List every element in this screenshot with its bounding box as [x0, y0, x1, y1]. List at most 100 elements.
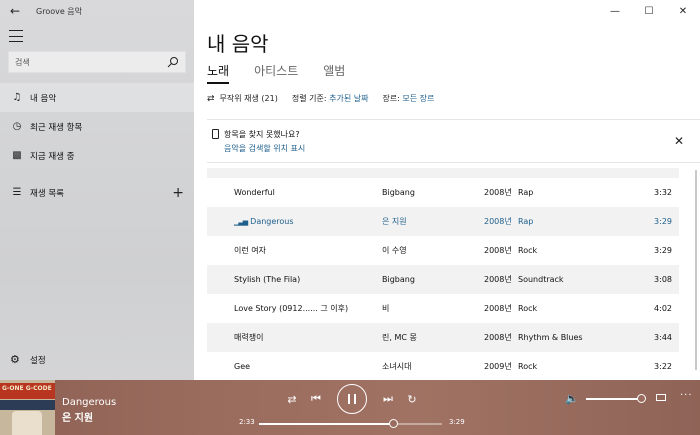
sort-label: 정렬 기준: [291, 94, 327, 103]
shuffle-icon[interactable]: ⇄ [280, 384, 304, 414]
current-time: 2:33 [239, 418, 255, 426]
progress-slider[interactable] [259, 419, 442, 428]
next-track-icon[interactable]: ⏭ [376, 384, 400, 414]
tab-songs[interactable]: 노래 [207, 62, 230, 84]
table-row[interactable]: Gee 소녀시대 2009년 Rock 3:22 [207, 352, 679, 381]
progress-fill [259, 423, 393, 425]
gear-icon: ⚙ [10, 353, 20, 366]
song-toolbar: ⇄ 무작위 재생 (21) 정렬 기준: 추가된 날짜 장르: 모든 장르 [207, 93, 434, 104]
sidebar-item-playlists[interactable]: ☰ 재생 목록 + [0, 178, 194, 207]
hamburger-menu-icon[interactable] [9, 30, 23, 42]
tab-albums[interactable]: 앨범 [323, 62, 345, 84]
tab-artists[interactable]: 아티스트 [254, 62, 298, 84]
close-window-icon[interactable]: ✕ [666, 0, 700, 22]
song-artist[interactable]: Bigbang [382, 188, 415, 197]
sidebar-item-label: 내 음악 [30, 93, 57, 104]
table-row[interactable]: 이런 여자 이 수영 2008년 Rock 3:29 [207, 236, 679, 265]
song-title-cell: ▁▃▅ Dangerous [234, 217, 294, 226]
volume-fill [586, 398, 641, 400]
volume-knob[interactable] [637, 394, 646, 403]
sidebar-item-my-music[interactable]: ♫ 내 음악 [0, 83, 194, 112]
pause-button[interactable] [337, 384, 367, 414]
sort-dropdown[interactable]: 추가된 날짜 [329, 93, 368, 104]
sidebar-item-now-playing[interactable]: ▩ 지금 재생 중 [0, 141, 194, 170]
search-icon[interactable] [167, 56, 179, 68]
total-time: 3:29 [449, 418, 465, 426]
now-playing-artist[interactable]: 은 지원 [62, 409, 93, 424]
phone-icon [212, 129, 219, 139]
scrollbar[interactable] [695, 170, 697, 370]
song-duration: 3:29 [654, 246, 672, 255]
volume-slider[interactable] [586, 394, 646, 403]
missing-items-notice: 항목을 찾지 못했나요? 음악을 검색할 위치 표시 ✕ [207, 120, 700, 162]
genre-dropdown[interactable]: 모든 장르 [402, 93, 434, 104]
now-playing-title[interactable]: Dangerous [62, 397, 116, 408]
table-row[interactable]: Stylish (The Fila) Bigbang 2008년 Soundtr… [207, 265, 679, 294]
back-arrow-icon[interactable]: ← [8, 4, 22, 18]
song-genre: Rhythm & Blues [518, 333, 583, 342]
album-art[interactable]: G-ONE G-CODE [0, 380, 55, 435]
miniplayer-icon[interactable] [656, 394, 666, 401]
song-genre: Rock [518, 362, 538, 371]
add-playlist-icon[interactable]: + [172, 185, 184, 201]
song-year: 2009년 [484, 362, 512, 371]
song-artist[interactable]: Bigbang [382, 275, 415, 284]
song-year: 2008년 [484, 333, 512, 342]
song-year: 2008년 [484, 304, 512, 313]
previous-track-icon[interactable]: ⏮ [304, 384, 328, 414]
shuffle-icon[interactable]: ⇄ [207, 94, 215, 104]
sidebar-nav: ♫ 내 음악 ◷ 최근 재생 항목 ▩ 지금 재생 중 ☰ 재생 목록 + [0, 83, 194, 207]
song-year: 2008년 [484, 188, 512, 197]
close-icon[interactable]: ✕ [674, 134, 684, 148]
table-row[interactable]: 매력쟁이 린, MC 몽 2008년 Rhythm & Blues 3:44 [207, 323, 679, 352]
maximize-icon[interactable]: ☐ [632, 0, 666, 22]
album-art-logo: G-ONE G-CODE [2, 385, 52, 392]
song-duration: 3:08 [654, 275, 672, 284]
song-title: 이런 여자 [234, 246, 266, 255]
search-input[interactable] [15, 57, 167, 67]
sidebar-item-label: 지금 재생 중 [30, 151, 75, 162]
song-genre: Rap [518, 188, 534, 197]
song-genre: Soundtrack [518, 275, 564, 284]
search-box[interactable] [8, 51, 186, 73]
music-location-link[interactable]: 음악을 검색할 위치 표시 [224, 143, 305, 154]
repeat-icon[interactable]: ↻ [400, 384, 424, 414]
song-artist[interactable]: 소녀시대 [382, 361, 411, 372]
app-title: Groove 음악 [36, 6, 83, 16]
album-art-figure [12, 411, 42, 435]
song-artist[interactable]: 이 수영 [382, 245, 407, 256]
volume-icon[interactable]: 🔈 [565, 392, 579, 405]
album-art-band [0, 400, 55, 410]
song-artist[interactable]: 비 [382, 303, 389, 314]
song-genre: Rap [518, 217, 534, 226]
sidebar-item-settings[interactable]: ⚙ 설정 [10, 353, 46, 366]
song-duration: 3:29 [654, 217, 672, 226]
song-artist[interactable]: 은 지원 [382, 216, 407, 227]
song-title: Stylish (The Fila) [234, 275, 301, 284]
equalizer-icon: ▁▃▅ [234, 218, 248, 226]
song-year: 2008년 [484, 246, 512, 255]
sidebar-item-label: 재생 목록 [30, 188, 64, 199]
shuffle-all-button[interactable]: 무작위 재생 (21) [220, 93, 278, 104]
playlist-icon: ☰ [12, 187, 22, 198]
more-options-icon[interactable]: ··· [680, 390, 693, 401]
sidebar-item-recent[interactable]: ◷ 최근 재생 항목 [0, 112, 194, 141]
title-bar: ← Groove 음악 [0, 0, 194, 22]
playback-controls: ⇄ ⏮ ⏭ ↻ [280, 384, 424, 414]
song-title: Gee [234, 362, 251, 371]
song-title: 매력쟁이 [234, 333, 264, 342]
table-row[interactable]: Love Story (0912...... 그 이후) 비 2008년 Roc… [207, 294, 679, 323]
table-row-now-playing[interactable]: ▁▃▅ Dangerous 은 지원 2008년 Rap 3:29 [207, 207, 679, 236]
table-row[interactable]: Wonderful Bigbang 2008년 Rap 3:32 [207, 178, 679, 207]
song-genre: Rock [518, 304, 538, 313]
song-year: 2008년 [484, 275, 512, 284]
progress-knob[interactable] [388, 419, 398, 428]
song-artist[interactable]: 린, MC 몽 [382, 332, 417, 343]
song-title: Dangerous [250, 217, 294, 226]
main-content: — ☐ ✕ 내 음악 노래 아티스트 앨범 ⇄ 무작위 재생 (21) 정렬 기… [194, 0, 700, 380]
genre-label: 장르: [382, 94, 400, 103]
minimize-icon[interactable]: — [598, 0, 632, 22]
clock-icon: ◷ [12, 121, 22, 132]
list-spacer [207, 168, 679, 178]
sidebar: ← Groove 음악 ♫ 내 음악 ◷ 최근 재생 항목 ▩ 지금 재생 중 … [0, 0, 194, 380]
